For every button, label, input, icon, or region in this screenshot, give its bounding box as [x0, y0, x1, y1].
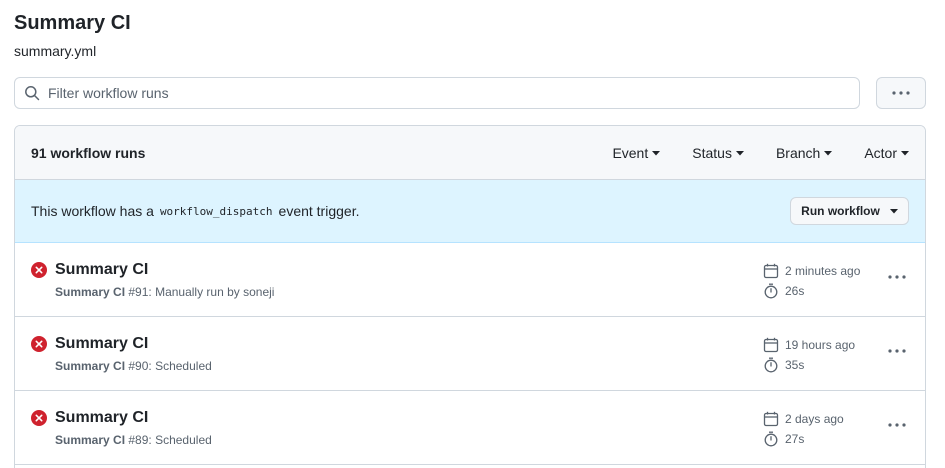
runs-filters: Event Status Branch Actor [612, 126, 909, 180]
triangle-down-icon [889, 208, 898, 214]
run-duration-value: 26s [785, 284, 805, 298]
run-workflow-name: Summary CI [55, 433, 126, 447]
run-workflow-name: Summary CI [55, 359, 126, 373]
run-date: 19 hours ago [763, 337, 855, 353]
run-duration: 26s [763, 283, 804, 299]
actor-filter-dropdown[interactable]: Actor [864, 145, 909, 161]
run-more-button[interactable] [885, 343, 909, 359]
x-circle-fill-icon [31, 262, 47, 278]
calendar-icon [763, 411, 779, 427]
triangle-down-icon [901, 150, 909, 156]
run-duration: 35s [763, 357, 804, 373]
triangle-down-icon [735, 150, 744, 156]
branch-filter-label: Branch [775, 145, 821, 161]
dispatch-banner: This workflow has a workflow_dispatch ev… [15, 180, 925, 243]
event-filter-label: Event [612, 145, 649, 161]
run-workflow-label: Run workflow [801, 204, 880, 218]
banner-text-after: event trigger. [278, 203, 360, 219]
kebab-horizontal-icon [888, 349, 906, 353]
status-filter-dropdown[interactable]: Status [692, 145, 744, 161]
banner-code: workflow_dispatch [159, 204, 273, 218]
run-number: #90 [128, 359, 149, 373]
run-detail: : Scheduled [148, 433, 212, 447]
branch-filter-dropdown[interactable]: Branch [775, 145, 833, 161]
run-number: #91 [128, 285, 149, 299]
run-duration: 27s [763, 431, 804, 447]
run-meta: Summary CI #90: Scheduled [55, 359, 212, 373]
event-filter-dropdown[interactable]: Event [612, 145, 661, 161]
search-input[interactable] [48, 85, 859, 101]
workflow-page: Summary CI summary.yml 91 workflow runs … [0, 0, 945, 468]
run-meta: Summary CI #89: Scheduled [55, 433, 212, 447]
banner-text-before: This workflow has a [31, 203, 154, 219]
runs-count: 91 workflow runs [31, 144, 146, 161]
triangle-down-icon [652, 150, 661, 156]
status-filter-label: Status [692, 145, 732, 161]
search-icon [24, 85, 40, 101]
run-duration-value: 27s [785, 432, 805, 446]
run-detail: : Manually run by soneji [148, 285, 275, 299]
run-workflow-button[interactable]: Run workflow [790, 197, 909, 225]
run-time: 2 minutes ago [785, 264, 861, 278]
run-date: 2 days ago [763, 411, 844, 427]
actor-filter-label: Actor [864, 145, 897, 161]
workflow-runs-box: 91 workflow runs Event Status Branch Act… [14, 125, 926, 468]
run-number: #89 [128, 433, 149, 447]
calendar-icon [763, 263, 779, 279]
run-more-button[interactable] [885, 269, 909, 285]
kebab-horizontal-icon [888, 275, 906, 279]
workflow-run-row[interactable]: Summary CI Summary CI #91: Manually run … [15, 243, 925, 317]
workflow-file-link[interactable]: summary.yml [14, 43, 96, 59]
page-title: Summary CI [14, 12, 131, 34]
filter-workflow-runs-field[interactable] [14, 77, 860, 109]
triangle-down-icon [824, 150, 833, 156]
run-date: 2 minutes ago [763, 263, 860, 279]
kebab-horizontal-icon [892, 91, 910, 95]
run-title-link[interactable]: Summary CI [55, 261, 148, 279]
kebab-horizontal-icon [888, 423, 906, 427]
more-options-button[interactable] [876, 77, 926, 109]
run-title-link[interactable]: Summary CI [55, 335, 148, 353]
stopwatch-icon [764, 431, 778, 447]
run-title-link[interactable]: Summary CI [55, 409, 148, 427]
run-meta: Summary CI #91: Manually run by soneji [55, 285, 274, 299]
workflow-run-row[interactable]: Summary CI Summary CI #89: Scheduled 2 d… [15, 391, 925, 465]
stopwatch-icon [764, 357, 778, 373]
run-time: 2 days ago [785, 412, 844, 426]
calendar-icon [763, 337, 779, 353]
x-circle-fill-icon [31, 336, 47, 352]
runs-header: 91 workflow runs Event Status Branch Act… [15, 126, 925, 180]
run-more-button[interactable] [885, 417, 909, 433]
run-detail: : Scheduled [148, 359, 212, 373]
run-duration-value: 35s [785, 358, 805, 372]
stopwatch-icon [764, 283, 778, 299]
run-time: 19 hours ago [785, 338, 856, 352]
x-circle-fill-icon [31, 410, 47, 426]
run-workflow-name: Summary CI [55, 285, 126, 299]
workflow-run-row[interactable]: Summary CI Summary CI #90: Scheduled 19 … [15, 317, 925, 391]
